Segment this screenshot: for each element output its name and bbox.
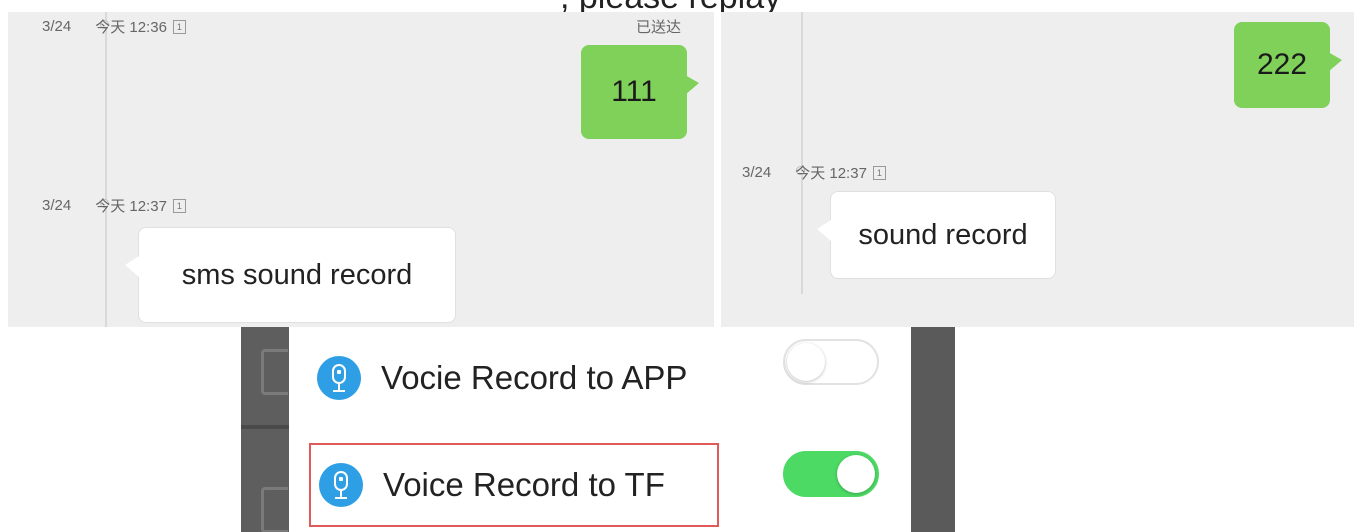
composite-screenshot: , please replay 3/24 今天 12:36 1 已送达 111 … <box>0 0 1357 532</box>
settings-sheet: Vocie Record to APP Voice Record to TF <box>289 327 911 532</box>
right-chat-panel: 222 3/24 今天 12:37 1 sound record <box>721 12 1354 327</box>
outgoing-message-bubble[interactable]: 111 <box>581 45 699 139</box>
incoming-message-bubble[interactable]: sound record <box>817 191 1056 279</box>
message-time: 今天 12:36 <box>95 19 167 36</box>
sim-card-icon: 1 <box>872 165 886 180</box>
message-text: sound record <box>858 218 1028 251</box>
monitor-icon <box>261 349 288 395</box>
message-time: 今天 12:37 <box>795 165 867 182</box>
top-caption-area: , please replay <box>0 0 1357 12</box>
timeline-line <box>801 12 803 294</box>
message-text: sms sound record <box>181 258 413 291</box>
message-time: 今天 12:37 <box>95 198 167 215</box>
message-date: 3/24 <box>42 197 72 214</box>
message-timestamp: 3/24 今天 12:36 1 <box>42 16 186 37</box>
delivery-status: 已送达 <box>636 19 682 36</box>
toggle-knob <box>837 455 875 493</box>
setting-row-voice-record-to-app[interactable]: Vocie Record to APP <box>309 349 719 407</box>
message-text: 111 <box>611 75 657 108</box>
divider <box>241 425 289 429</box>
toggle-knob <box>787 343 825 381</box>
setting-row-voice-record-to-tf[interactable]: Voice Record to TF <box>309 443 719 527</box>
message-timestamp: 3/24 今天 12:37 1 <box>742 162 886 183</box>
message-date: 3/24 <box>742 164 772 181</box>
message-timestamp: 3/24 今天 12:37 1 <box>42 195 186 216</box>
incoming-message-bubble[interactable]: sms sound record <box>125 227 456 323</box>
voice-record-to-tf-toggle[interactable] <box>783 451 879 497</box>
settings-panel: Vocie Record to APP Voice Record to TF <box>241 327 955 532</box>
voice-record-to-app-toggle[interactable] <box>783 339 879 385</box>
top-caption: , please replay <box>560 0 781 12</box>
timeline-line <box>105 12 107 327</box>
microphone-icon <box>317 356 361 400</box>
outgoing-message-bubble[interactable]: 222 <box>1234 22 1342 108</box>
left-chat-panel: 3/24 今天 12:36 1 已送达 111 3/24 今天 12:37 1 … <box>8 12 714 327</box>
message-date: 3/24 <box>42 18 72 35</box>
sim-card-icon: 1 <box>172 19 186 34</box>
background-app-strip <box>241 327 289 532</box>
microphone-icon <box>319 463 363 507</box>
monitor-icon <box>261 487 288 532</box>
background-app-strip <box>911 327 955 532</box>
sim-card-icon: 1 <box>172 198 186 213</box>
message-text: 222 <box>1256 48 1308 81</box>
setting-label: Voice Record to TF <box>383 466 665 503</box>
setting-label: Vocie Record to APP <box>381 359 688 396</box>
